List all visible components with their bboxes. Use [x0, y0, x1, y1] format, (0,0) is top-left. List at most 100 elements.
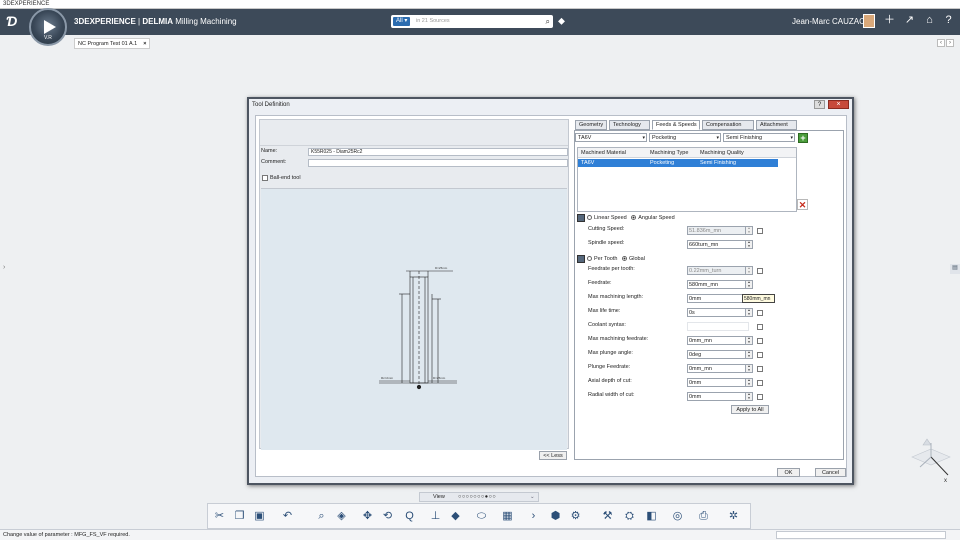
output-icon[interactable]: ⎙	[696, 509, 711, 524]
max-plunge-angle-checkbox[interactable]	[757, 352, 763, 358]
tab-next-icon[interactable]: ›	[946, 39, 954, 47]
3d-compass-icon[interactable]: x	[908, 437, 954, 483]
spindle-speed-field[interactable]: 660turn_mn ▴ ▾	[687, 240, 753, 249]
tab-feeds-speeds[interactable]: Feeds & Speeds	[652, 120, 700, 130]
sparkle-icon[interactable]: ✲	[726, 509, 741, 524]
radial-width-field[interactable]: 0mm ▴ ▾	[687, 392, 753, 401]
home-icon[interactable]: ⌂	[923, 14, 936, 27]
coolant-syntax-field[interactable]	[687, 322, 749, 331]
svg-text:Rc=2mm: Rc=2mm	[381, 376, 394, 380]
cutting-speed-checkbox[interactable]	[757, 228, 763, 234]
avatar[interactable]	[863, 14, 875, 28]
zoom-icon[interactable]: ⌕	[314, 509, 329, 524]
compass-icon[interactable]: V.R	[29, 8, 67, 46]
pan-icon[interactable]: ✥	[360, 509, 375, 524]
tool-icon[interactable]: ⚒	[600, 509, 615, 524]
action-toolbar: ✂ ❐ ▣ ↶ ⌕ ◈ ✥ ⟲ Q ⊥ ◆ ⬭ ▦ › ⬢ ⚙ ⚒ ⛭ ◧ ◎ …	[207, 503, 751, 529]
comment-field[interactable]	[308, 159, 568, 167]
view-label[interactable]: View	[433, 493, 445, 502]
radial-width-checkbox[interactable]	[757, 394, 763, 400]
cutting-speed-label: Cutting Speed:	[588, 226, 625, 232]
simulate-icon[interactable]: ◧	[644, 509, 659, 524]
feed-per-tooth-checkbox[interactable]	[757, 268, 763, 274]
plunge-feedrate-field[interactable]: 0mm_mn ▴ ▾	[687, 364, 753, 373]
tab-technology[interactable]: Technology	[609, 120, 650, 130]
tab-prev-icon[interactable]: ‹	[937, 39, 945, 47]
column-header[interactable]: Machined Material	[581, 148, 626, 158]
feed-mode-group: Per Tooth Global	[587, 256, 645, 262]
tab-geometry[interactable]: Geometry	[575, 120, 607, 130]
max-machining-feedrate-field[interactable]: 0mm_mn ▴ ▾	[687, 336, 753, 345]
table-row[interactable]: TA6V Pocketing Semi Finishing	[578, 159, 778, 167]
cube-view-icon[interactable]: ◈	[334, 509, 349, 524]
dialog-help-button[interactable]: ?	[814, 100, 825, 109]
feedrate-field[interactable]: 580mm_mn ▴ ▾	[687, 280, 753, 289]
axial-depth-field[interactable]: 0mm ▴ ▾	[687, 378, 753, 387]
material-combo[interactable]: TA6V ▾	[575, 133, 647, 142]
cut-icon[interactable]: ✂	[212, 509, 227, 524]
search-input[interactable]: in 21 Sources	[416, 16, 450, 27]
next-icon[interactable]: ›	[526, 509, 541, 524]
machining-type-combo[interactable]: Pocketing ▾	[649, 133, 721, 142]
window-title-bar: 3DEXPERIENCE	[0, 0, 960, 9]
part-icon[interactable]: ⬢	[548, 509, 563, 524]
dialog-title[interactable]: Tool Definition	[249, 99, 852, 112]
angular-speed-radio[interactable]	[631, 215, 637, 221]
copy-icon[interactable]: ❐	[232, 509, 247, 524]
less-button[interactable]: << Less	[539, 451, 567, 460]
layout-icon[interactable]: ▦	[500, 509, 515, 524]
expand-left-icon[interactable]: ›	[3, 264, 5, 271]
name-field[interactable]: K55R025 - Diam25Rc2	[308, 148, 568, 156]
view-expand-icon[interactable]: ⌄	[530, 493, 535, 502]
view-pager-dots[interactable]: ○○○○○○○●○○	[458, 493, 496, 502]
machine-icon[interactable]: ⛭	[622, 509, 637, 524]
delete-icon[interactable]: ✕	[797, 199, 808, 210]
dialog-close-button[interactable]: ×	[828, 100, 849, 109]
max-life-time-checkbox[interactable]	[757, 310, 763, 316]
paste-icon[interactable]: ▣	[252, 509, 267, 524]
per-tooth-radio[interactable]	[587, 256, 592, 262]
help-icon[interactable]: ?	[942, 14, 955, 27]
view-bar: View ○○○○○○○●○○ ⌄	[419, 492, 539, 502]
apply-to-all-button[interactable]: Apply to All	[731, 405, 769, 414]
add-icon[interactable]: +	[798, 133, 808, 143]
cylinder-icon[interactable]: ⬭	[474, 509, 489, 524]
undo-icon[interactable]: ↶	[280, 509, 295, 524]
max-plunge-angle-field[interactable]: 0deg ▴ ▾	[687, 350, 753, 359]
max-machining-feedrate-checkbox[interactable]	[757, 338, 763, 344]
tab-attachment[interactable]: Attachment	[756, 120, 797, 130]
share-icon[interactable]: ↗	[903, 14, 916, 27]
settings-icon[interactable]: ⚙	[568, 509, 583, 524]
search-box[interactable]: All ▾ in 21 Sources ⌕	[391, 15, 553, 28]
axis-icon[interactable]: ⊥	[428, 509, 443, 524]
tag-icon[interactable]: ⬥	[558, 16, 565, 27]
ds-logo-icon[interactable]: Ɗ	[6, 13, 17, 29]
linear-speed-radio[interactable]	[587, 215, 592, 221]
max-life-time-field[interactable]: 0s ▴ ▾	[687, 308, 753, 317]
quality-combo[interactable]: Semi Finishing ▾	[723, 133, 795, 142]
cancel-button[interactable]: Cancel	[815, 468, 846, 477]
column-header[interactable]: Machining Type	[650, 148, 688, 158]
search-icon[interactable]: ⌕	[546, 17, 550, 27]
toolpath-icon[interactable]: ◎	[670, 509, 685, 524]
tab-nc-program[interactable]: NC Program Test 01 A.1 ×	[74, 38, 151, 49]
status-input[interactable]	[776, 531, 946, 539]
axial-depth-checkbox[interactable]	[757, 380, 763, 386]
add-icon[interactable]: ＋	[883, 14, 896, 27]
coolant-syntax-checkbox[interactable]	[757, 324, 763, 330]
column-header[interactable]: Machining Quality	[700, 148, 744, 158]
panel-toggle-icon[interactable]: ▤	[950, 264, 960, 274]
plunge-feedrate-checkbox[interactable]	[757, 366, 763, 372]
search-scope-dropdown[interactable]: All ▾	[393, 17, 411, 26]
shading-icon[interactable]: ◆	[448, 509, 463, 524]
ok-button[interactable]: OK	[777, 468, 800, 477]
max-life-time-label: Max life time:	[588, 308, 621, 314]
user-name[interactable]: Jean-Marc CAUZAC	[792, 17, 865, 26]
tab-close-icon[interactable]: ×	[143, 41, 146, 47]
tab-compensation[interactable]: Compensation	[702, 120, 754, 130]
rotate-icon[interactable]: ⟲	[380, 509, 395, 524]
zoom-area-icon[interactable]: Q	[402, 509, 417, 524]
global-radio[interactable]	[621, 256, 627, 262]
ball-end-checkbox[interactable]	[262, 175, 268, 181]
play-icon[interactable]	[44, 20, 56, 34]
